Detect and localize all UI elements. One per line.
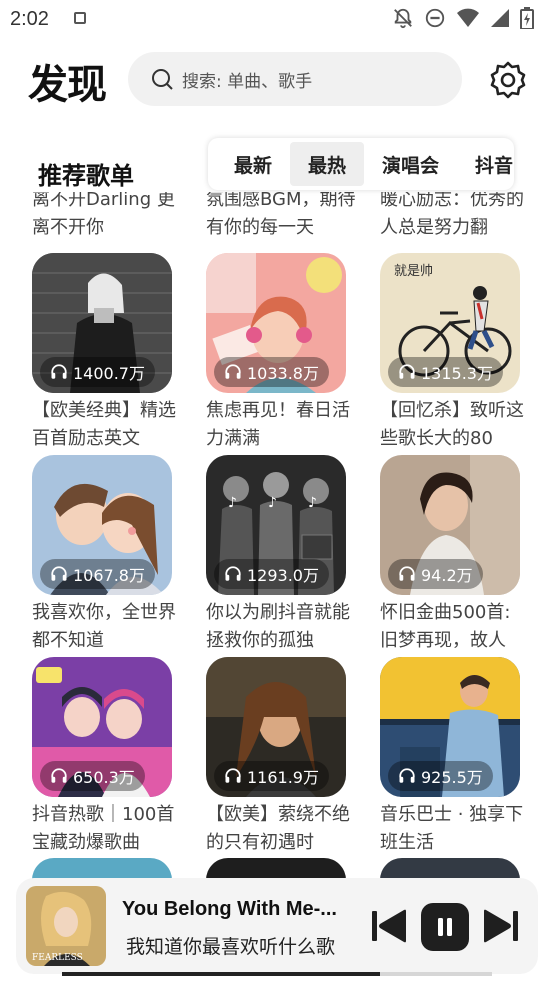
playlist-caption: 焦虑再见！春日活力满满 (206, 400, 350, 449)
play-count: 925.5万 (421, 768, 483, 787)
tab-newest[interactable]: 最新 (216, 142, 290, 186)
playlist-card[interactable]: 1161.9万 【欧美】萦绕不绝的只有初遇时 (206, 657, 356, 857)
headphones-icon (225, 364, 241, 379)
svg-text:♪: ♪ (228, 495, 237, 511)
now-playing-cover: FEARLESS (26, 886, 106, 966)
playlist-card[interactable]: 就是帅 1315.3万 【回忆杀】致听这些歌长大的80 (380, 253, 530, 453)
playlist-card[interactable]: ♪ ♪ ♪ 1293.0万 你以为刷抖音就能拯救你的孤独 (206, 455, 356, 655)
now-playing-subtitle: 我知道你最喜欢听什么歌 (126, 936, 336, 958)
now-playing-title: You Belong With Me-... (122, 898, 337, 920)
headphones-icon (51, 768, 67, 783)
category-tabs: 最新 最热 演唱会 抖音 (208, 138, 514, 190)
play-count-badge: 1315.3万 (388, 357, 503, 387)
tab-douyin[interactable]: 抖音 (457, 142, 514, 186)
search-input[interactable]: 搜索: 单曲、歌手 (128, 52, 462, 106)
pause-button[interactable] (421, 903, 469, 951)
play-count: 1033.8万 (247, 364, 319, 383)
signal-icon (491, 9, 509, 27)
do-not-disturb-icon (425, 8, 445, 28)
headphones-icon (51, 566, 67, 581)
playlist-grid: 离不开Darling 更离不开你 氛围感BGM，期待有你的每一天 暖心励志：优秀… (0, 192, 554, 882)
playlist-cover: 1161.9万 (206, 657, 346, 797)
playlist-cover: 1400.7万 (32, 253, 172, 393)
search-icon (152, 69, 173, 90)
status-icons (392, 7, 534, 29)
svg-text:♪: ♪ (308, 495, 317, 511)
playlist-card[interactable]: 94.2万 怀旧金曲500首:旧梦再现，故人 (380, 455, 530, 655)
pause-icon (438, 918, 452, 936)
playlist-caption: 【欧美】萦绕不绝的只有初遇时 (206, 804, 350, 853)
play-count-badge: 1067.8万 (40, 559, 155, 589)
playlist-card[interactable]: 650.3万 抖音热歌｜100首宝藏劲爆歌曲 (32, 657, 182, 857)
playlist-cover: 就是帅 1315.3万 (380, 253, 520, 393)
tab-hottest[interactable]: 最热 (290, 142, 365, 186)
playlist-cover: 94.2万 (380, 455, 520, 595)
partial-playlist-caption[interactable]: 离不开Darling 更离不开你 (32, 192, 182, 242)
section-title: 推荐歌单 (38, 162, 134, 190)
headphones-icon (399, 566, 415, 581)
playlist-cover: ♪ ♪ ♪ 1293.0万 (206, 455, 346, 595)
playlist-card[interactable]: 1033.8万 焦虑再见！春日活力满满 (206, 253, 356, 453)
settings-gear-icon[interactable] (488, 60, 528, 100)
play-count-badge: 1400.7万 (40, 357, 155, 387)
previous-track-icon[interactable] (370, 908, 408, 944)
play-count-badge: 925.5万 (388, 761, 493, 791)
play-count: 1315.3万 (421, 364, 493, 383)
cover-calligraphy: 就是帅 (394, 264, 433, 279)
playlist-cover: 1033.8万 (206, 253, 346, 393)
playlist-card[interactable]: 1400.7万 【欧美经典】精选百首励志英文 (32, 253, 182, 453)
wifi-icon (457, 8, 479, 27)
playlist-caption: 音乐巴士 · 独享下班生活 (380, 804, 524, 853)
play-count: 94.2万 (421, 566, 473, 585)
bell-off-icon (394, 8, 412, 29)
play-count: 1293.0万 (247, 566, 319, 585)
play-count-badge: 1293.0万 (214, 559, 329, 589)
notification-square-icon (74, 12, 86, 24)
partial-playlist-caption[interactable]: 氛围感BGM，期待有你的每一天 (206, 192, 356, 242)
headphones-icon (51, 364, 67, 379)
mini-player[interactable]: FEARLESS You Belong With Me-... 我知道你最喜欢听… (16, 878, 538, 974)
playlist-caption: 【回忆杀】致听这些歌长大的80 (380, 400, 524, 449)
play-count: 1067.8万 (73, 566, 145, 585)
page-title: 发现 (28, 62, 107, 108)
headphones-icon (399, 768, 415, 783)
album-title-text: FEARLESS (32, 953, 83, 963)
playback-progress-bar[interactable] (62, 972, 492, 976)
play-count-badge: 94.2万 (388, 559, 483, 589)
play-count: 1161.9万 (247, 768, 319, 787)
tab-concert[interactable]: 演唱会 (364, 142, 457, 186)
play-count-badge: 1161.9万 (214, 761, 329, 791)
headphones-icon (225, 566, 241, 581)
svg-text:♪: ♪ (268, 495, 277, 511)
playlist-caption: 【欧美经典】精选百首励志英文 (32, 400, 176, 449)
playlist-cover: 925.5万 (380, 657, 520, 797)
playlist-card[interactable]: 1067.8万 我喜欢你，全世界都不知道 (32, 455, 182, 655)
search-placeholder: 搜索: 单曲、歌手 (182, 71, 313, 92)
playback-progress-fill (62, 972, 381, 976)
playlist-card[interactable]: 925.5万 音乐巴士 · 独享下班生活 (380, 657, 530, 857)
playlist-cover: 650.3万 (32, 657, 172, 797)
headphones-icon (399, 364, 415, 379)
next-track-icon[interactable] (482, 908, 520, 944)
playlist-caption: 怀旧金曲500首:旧梦再现，故人 (380, 602, 511, 651)
playlist-cover: 1067.8万 (32, 455, 172, 595)
status-time: 2:02 (10, 8, 49, 30)
headphones-icon (225, 768, 241, 783)
play-count: 650.3万 (73, 768, 135, 787)
play-count-badge: 650.3万 (40, 761, 145, 791)
play-count: 1400.7万 (73, 364, 145, 383)
partial-playlist-caption[interactable]: 暖心励志：优秀的人总是努力翻 (380, 192, 530, 242)
playlist-caption: 抖音热歌｜100首宝藏劲爆歌曲 (32, 804, 175, 853)
status-bar: 2:02 (0, 0, 554, 38)
battery-icon (520, 7, 534, 29)
playlist-caption: 我喜欢你，全世界都不知道 (32, 602, 176, 651)
playlist-caption: 你以为刷抖音就能拯救你的孤独 (206, 602, 350, 651)
play-count-badge: 1033.8万 (214, 357, 329, 387)
